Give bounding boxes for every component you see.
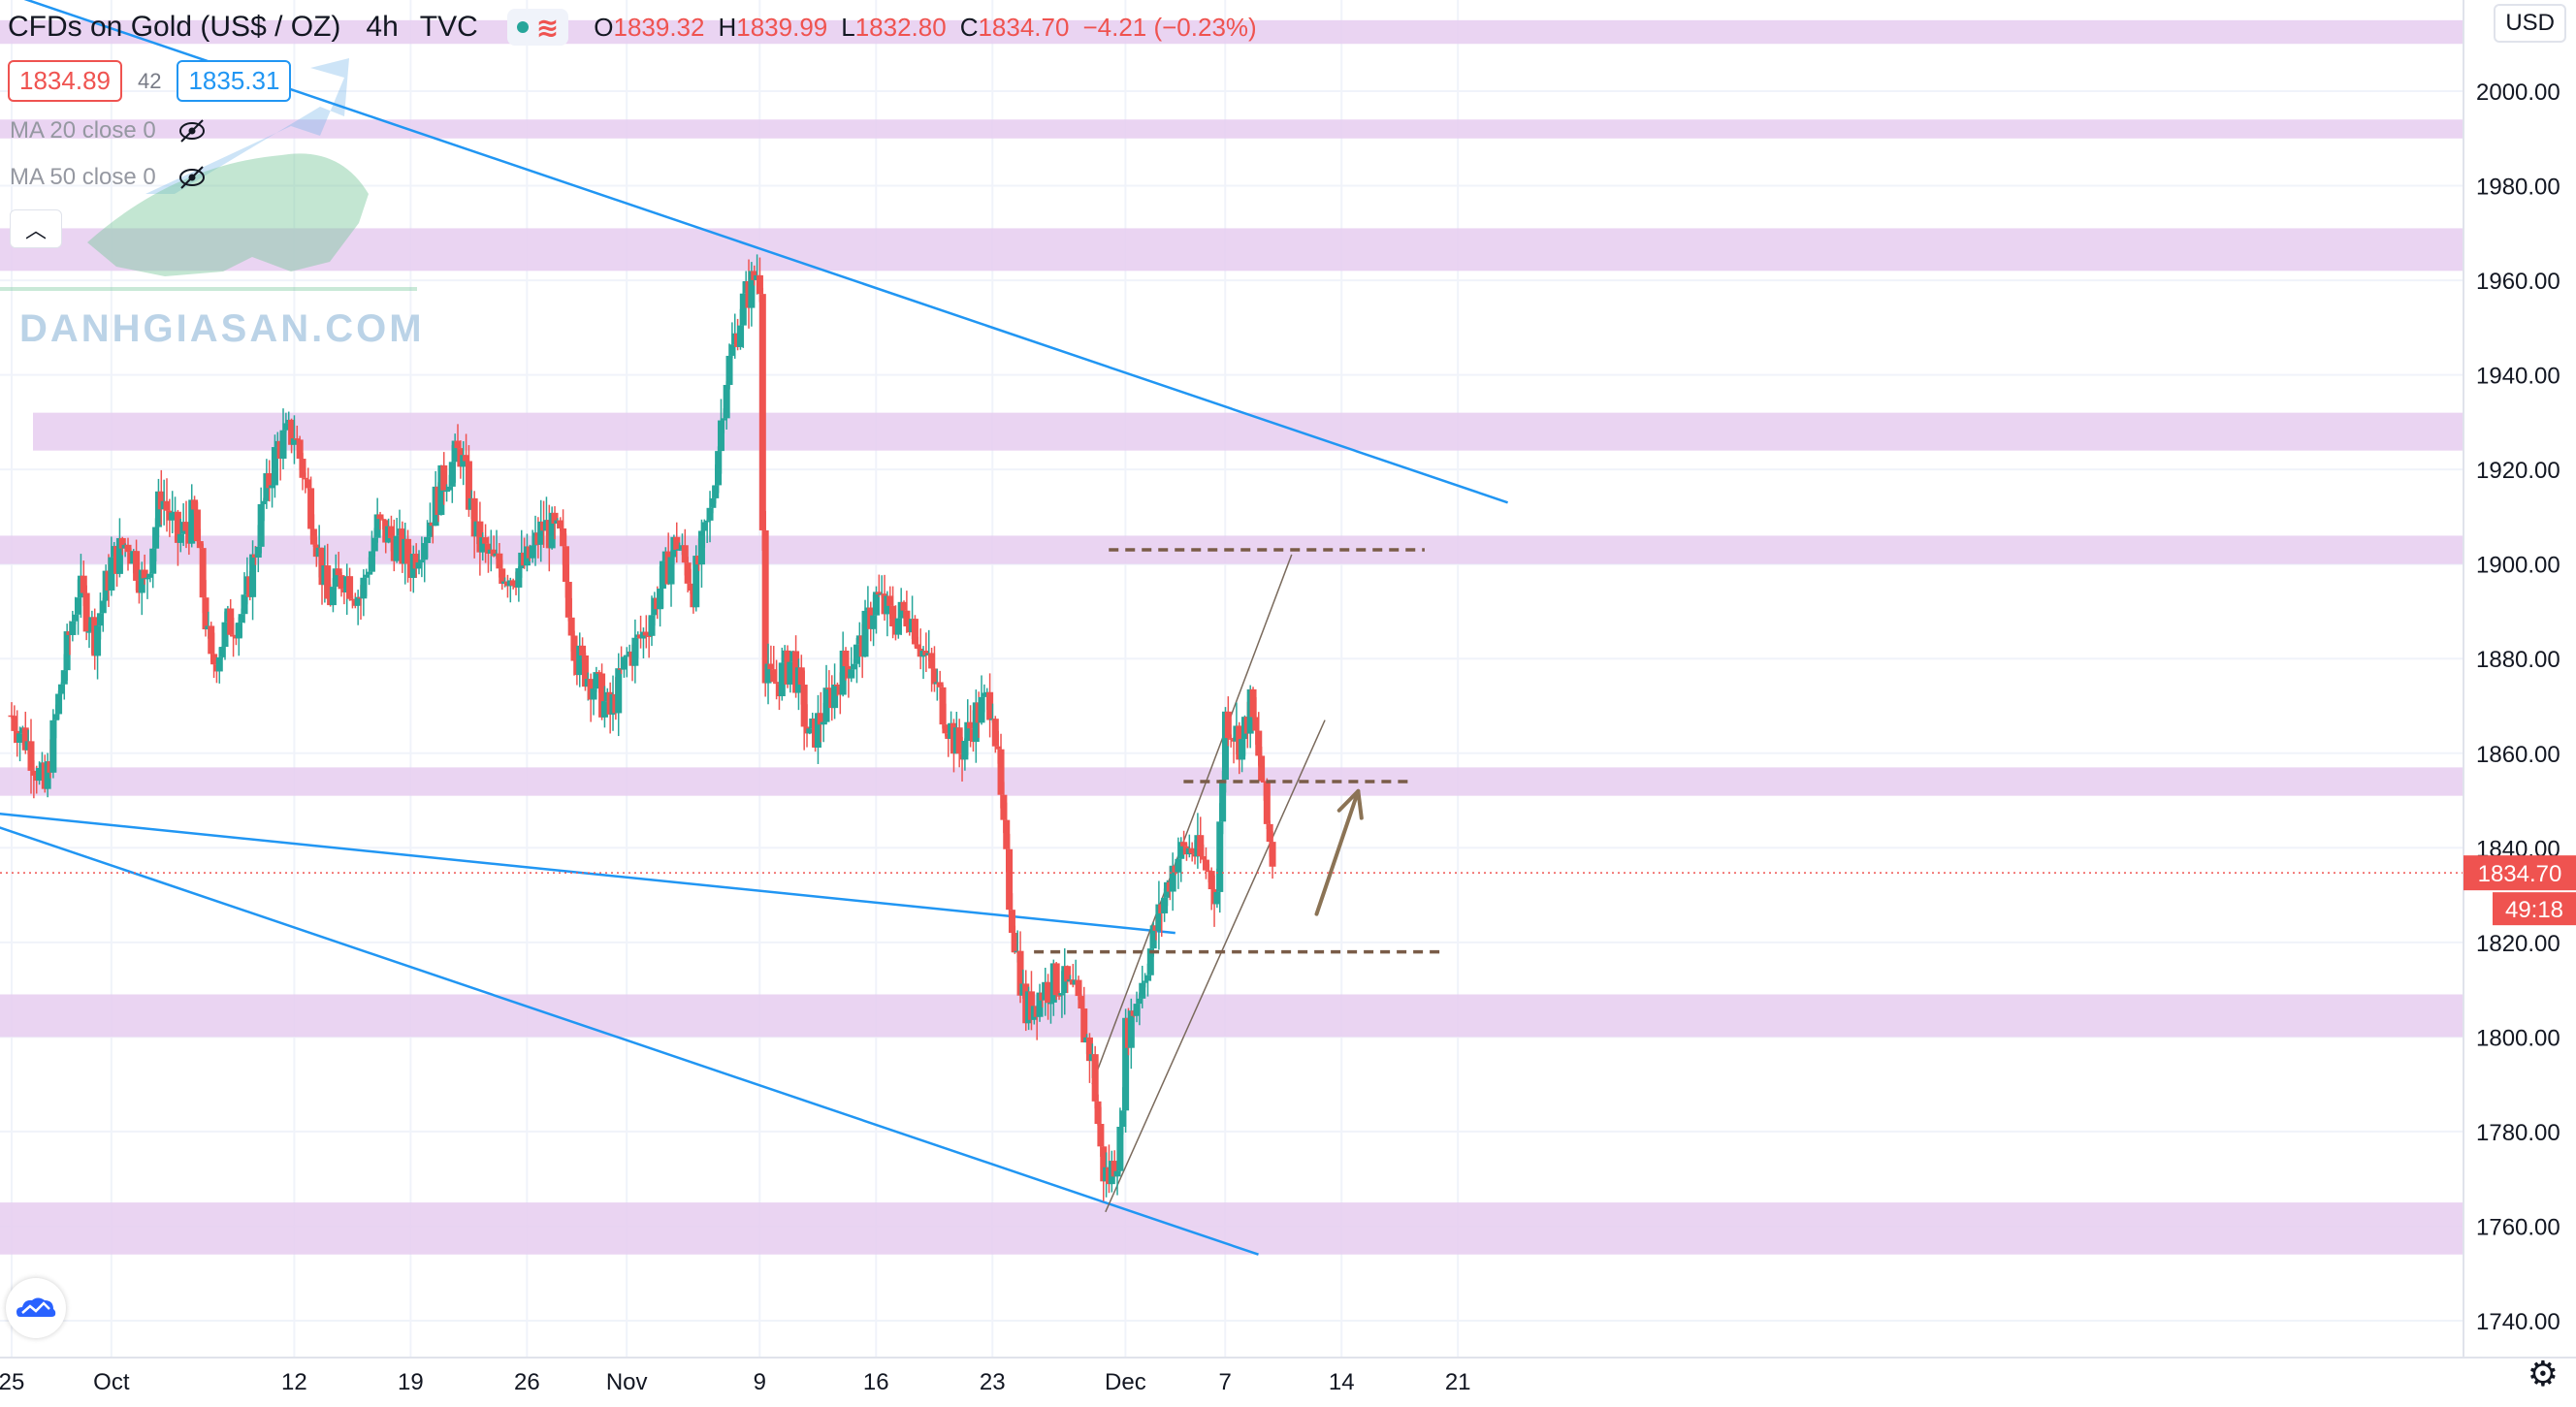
- y-tick-label: 2000.00: [2476, 80, 2560, 106]
- x-tick-label: Oct: [93, 1369, 130, 1395]
- cloud-logo-icon: [16, 1297, 56, 1317]
- candle-body: [1263, 782, 1271, 824]
- spread-value: 42: [137, 68, 162, 93]
- symbol-name[interactable]: CFDs on Gold (US$ / OZ): [8, 11, 340, 44]
- y-tick-label: 1960.00: [2476, 269, 2560, 295]
- candle-body: [1224, 711, 1232, 739]
- y-tick-label: 1980.00: [2476, 175, 2560, 201]
- indicator-label: MA 20 close 0: [10, 117, 156, 144]
- settings-gear-icon[interactable]: ⚙: [2528, 1354, 2559, 1394]
- indicator-label: MA 50 close 0: [10, 164, 156, 190]
- price-label: 1834.70: [2478, 861, 2562, 887]
- trade-panel: 1834.89 42 1835.31: [8, 60, 292, 102]
- candle-body: [1091, 1054, 1099, 1102]
- time-axis-bg: [0, 1358, 2576, 1402]
- arrow-shaft: [1314, 788, 1361, 916]
- chevron-up-icon: ︿: [24, 218, 47, 242]
- data-source: TVC: [419, 11, 478, 43]
- chart-canvas[interactable]: DANHGIASAN.COM 2000.00 1980.00 1960.00 1940…: [0, 0, 2576, 1402]
- candle-body: [1269, 842, 1276, 867]
- collapse-legend-button[interactable]: ︿: [10, 209, 62, 248]
- time-axis[interactable]: 25 Oct 12 19 26 Nov 9 16 23 Dec 7 14 21: [0, 1357, 2576, 1402]
- grid-lines: [0, 0, 2463, 1358]
- x-tick-label: 16: [863, 1369, 889, 1395]
- candle-body: [1052, 963, 1060, 996]
- trendline: [0, 813, 1175, 935]
- candle-body: [1097, 1124, 1105, 1147]
- y-tick-label: 1740.00: [2476, 1309, 2560, 1335]
- candle-body: [842, 650, 850, 667]
- candle-body: [279, 430, 287, 460]
- y-tick-label: 1920.00: [2476, 458, 2560, 484]
- candle-body: [723, 384, 730, 419]
- x-tick-label: 25: [0, 1369, 24, 1395]
- zone-band: [33, 412, 2463, 451]
- zone-band: [0, 228, 2463, 272]
- candle-body: [99, 600, 107, 614]
- currency-button[interactable]: USD: [2494, 4, 2566, 43]
- timeframe[interactable]: 4h: [366, 11, 398, 44]
- sell-button[interactable]: 1834.89: [8, 60, 122, 102]
- close-value: 1834.70: [978, 12, 1070, 42]
- symbol-header: CFDs on Gold (US$ / OZ) 4h TVC ≋ O1839.3…: [8, 6, 1257, 48]
- support-resistance-zones: [0, 19, 2463, 1255]
- y-tick-label: 1880.00: [2476, 647, 2560, 673]
- candle-body: [615, 668, 623, 714]
- price-axis[interactable]: 2000.00 1980.00 1960.00 1940.00 1920.00 1900.…: [2463, 0, 2576, 1358]
- tradingview-logo[interactable]: [6, 1278, 66, 1338]
- hidden-eye-icon[interactable]: [177, 163, 207, 192]
- price-axis-bg: [2463, 0, 2576, 1358]
- zone-band: [0, 767, 2463, 796]
- candle-body: [848, 669, 855, 679]
- candle-body: [215, 656, 223, 672]
- change-value: −4.21 (−0.23%): [1082, 12, 1257, 42]
- watermark-logo: DANHGIASAN.COM: [0, 58, 425, 350]
- candles: [8, 254, 1276, 1201]
- ohlc-values: O1839.32 H1839.99 L1832.80 C1834.70 −4.2…: [594, 12, 1257, 42]
- candle-body: [1075, 979, 1082, 997]
- x-tick-label: 23: [980, 1369, 1006, 1395]
- x-tick-label: 14: [1329, 1369, 1355, 1395]
- x-tick-label: Dec: [1105, 1369, 1146, 1395]
- indicator-ma50[interactable]: MA 50 close 0: [10, 163, 207, 192]
- countdown-label: 49:18: [2505, 897, 2563, 923]
- market-status[interactable]: ≋: [506, 9, 569, 46]
- x-tick-label: 19: [398, 1369, 424, 1395]
- candle-body: [1258, 755, 1266, 782]
- candle-body: [725, 355, 733, 385]
- x-tick-label: Nov: [606, 1369, 648, 1395]
- x-tick-label: 7: [1219, 1369, 1232, 1395]
- candlestick-chart[interactable]: DANHGIASAN.COM 2000.00 1980.00 1960.00 1940…: [0, 0, 2576, 1402]
- x-tick-label: 9: [754, 1369, 766, 1395]
- y-tick-label: 1820.00: [2476, 931, 2560, 957]
- y-tick-label: 1800.00: [2476, 1025, 2560, 1051]
- projection-arrow: [1314, 788, 1364, 916]
- y-tick-label: 1940.00: [2476, 364, 2560, 390]
- candle-body: [758, 294, 766, 530]
- candle-body: [55, 693, 63, 715]
- watermark-text: DANHGIASAN.COM: [19, 307, 425, 350]
- market-open-dot-icon: [516, 21, 529, 33]
- hidden-eye-icon[interactable]: [177, 116, 207, 145]
- y-tick-label: 1900.00: [2476, 553, 2560, 579]
- high-value: 1839.99: [736, 12, 828, 42]
- delay-wave-icon: ≋: [535, 12, 560, 43]
- y-tick-label: 1860.00: [2476, 742, 2560, 768]
- low-value: 1832.80: [854, 12, 947, 42]
- buy-button[interactable]: 1835.31: [177, 60, 292, 102]
- x-tick-label: 21: [1445, 1369, 1471, 1395]
- x-tick-label: 12: [281, 1369, 307, 1395]
- y-tick-label: 1780.00: [2476, 1120, 2560, 1146]
- zone-band: [0, 119, 2463, 139]
- x-tick-label: 26: [514, 1369, 540, 1395]
- zone-band: [0, 994, 2463, 1038]
- y-tick-label: 1760.00: [2476, 1214, 2560, 1240]
- indicator-ma20[interactable]: MA 20 close 0: [10, 116, 207, 145]
- open-value: 1839.32: [613, 12, 705, 42]
